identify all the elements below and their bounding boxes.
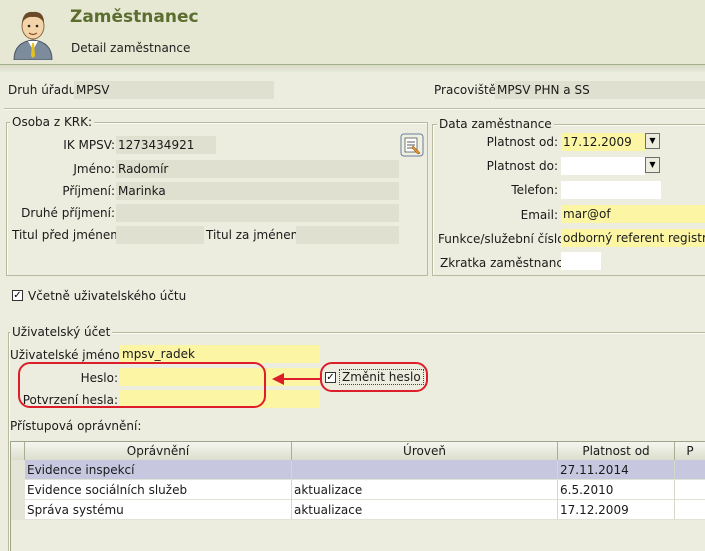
osoba-legend: Osoba z KRK:: [10, 115, 95, 129]
zmenit-heslo-checkbox[interactable]: ✓: [325, 372, 336, 383]
pracoviste-field[interactable]: MPSV PHN a SS: [495, 81, 705, 99]
separator: [4, 108, 705, 110]
druh-uradu-field[interactable]: MPSV: [74, 81, 274, 99]
col-platnost-od[interactable]: Platnost od: [558, 442, 675, 460]
titul-za-label: Titul za jménem:: [206, 228, 307, 242]
chevron-down-icon: ▼: [649, 136, 656, 145]
funkce-field[interactable]: odborný referent registru p: [561, 229, 705, 247]
cell-platnost-od: 27.11.2014: [558, 460, 675, 480]
cell-platnost-od: 6.5.2010: [558, 480, 675, 500]
email-label: Email:: [520, 208, 558, 222]
cell-platnost-do: [675, 460, 705, 480]
platnost-od-field[interactable]: 17.12.2009: [561, 133, 645, 151]
zkratka-field[interactable]: [561, 252, 601, 270]
data-zam-legend: Data zaměstnance: [437, 117, 554, 131]
cell-platnost-do: [675, 480, 705, 500]
cell-opravneni: Správa systému: [25, 500, 292, 520]
cell-uroven: aktualizace: [292, 500, 558, 520]
druhe-prijmeni-label: Druhé příjmení:: [21, 206, 115, 220]
username-field[interactable]: mpsv_radek: [120, 345, 320, 363]
druhe-prijmeni-field[interactable]: [116, 204, 399, 222]
telefon-field[interactable]: [561, 181, 661, 199]
cell-platnost-do: [675, 500, 705, 520]
table-header: Oprávnění Úroveň Platnost od P: [11, 442, 705, 461]
page-subtitle: Detail zaměstnance: [71, 41, 191, 55]
cell-uroven: aktualizace: [292, 480, 558, 500]
titul-za-field[interactable]: [296, 226, 399, 244]
prijmeni-field[interactable]: Marinka: [116, 182, 399, 200]
titul-pred-label: Titul před jménem:: [12, 228, 126, 242]
cell-platnost-od: 17.12.2009: [558, 500, 675, 520]
user-avatar-icon: [10, 6, 56, 61]
platnost-do-dropdown[interactable]: ▼: [645, 157, 660, 173]
druh-uradu-label: Druh úřadu:: [8, 83, 81, 97]
vcetne-uctu-checkbox[interactable]: ✓: [12, 290, 23, 301]
lookup-edit-icon[interactable]: [400, 133, 424, 157]
table-row[interactable]: Evidence inspekcí 27.11.2014: [12, 460, 705, 480]
col-opravneni[interactable]: Oprávnění: [25, 442, 292, 460]
ucet-legend: Uživatelský účet: [10, 325, 113, 339]
col-platnost-do[interactable]: P: [675, 442, 705, 460]
jmeno-label: Jméno:: [73, 162, 115, 176]
prijmeni-label: Příjmení:: [62, 184, 115, 198]
table-row[interactable]: Evidence sociálních služeb aktualizace 6…: [12, 480, 705, 500]
page-title: Zaměstnanec: [70, 7, 199, 27]
opravneni-label: Přístupová oprávnění:: [10, 419, 142, 433]
row-selector-header: [11, 442, 25, 460]
username-label: Uživatelské jméno:: [10, 348, 124, 362]
arrow-left-icon: [270, 371, 324, 387]
zkratka-label: Zkratka zaměstnance:: [440, 256, 575, 270]
jmeno-field[interactable]: Radomír: [116, 160, 399, 178]
titul-pred-field[interactable]: [116, 226, 204, 244]
col-uroven[interactable]: Úroveň: [292, 442, 558, 460]
header-shadow: [0, 65, 705, 73]
email-field[interactable]: mar@of: [561, 205, 705, 223]
password-highlight: [18, 362, 266, 408]
cell-opravneni: Evidence inspekcí: [25, 460, 292, 480]
zmenit-heslo-label[interactable]: Změnit heslo: [339, 369, 424, 385]
platnost-do-field[interactable]: [561, 157, 645, 175]
telefon-label: Telefon:: [511, 183, 558, 197]
cell-opravneni: Evidence sociálních služeb: [25, 480, 292, 500]
funkce-label: Funkce/služební číslo:: [438, 232, 569, 246]
platnost-od-dropdown[interactable]: ▼: [645, 133, 660, 149]
ik-field[interactable]: 1273434921: [116, 136, 216, 154]
ik-label: IK MPSV:: [63, 138, 115, 152]
vcetne-uctu-label: Včetně uživatelského účtu: [28, 289, 187, 303]
pracoviste-label: Pracoviště:: [434, 83, 501, 97]
platnost-do-label: Platnost do:: [486, 159, 558, 173]
table-row[interactable]: Správa systému aktualizace 17.12.2009: [12, 500, 705, 520]
chevron-down-icon: ▼: [649, 160, 656, 169]
platnost-od-label: Platnost od:: [486, 135, 558, 149]
cell-uroven: [292, 460, 558, 480]
